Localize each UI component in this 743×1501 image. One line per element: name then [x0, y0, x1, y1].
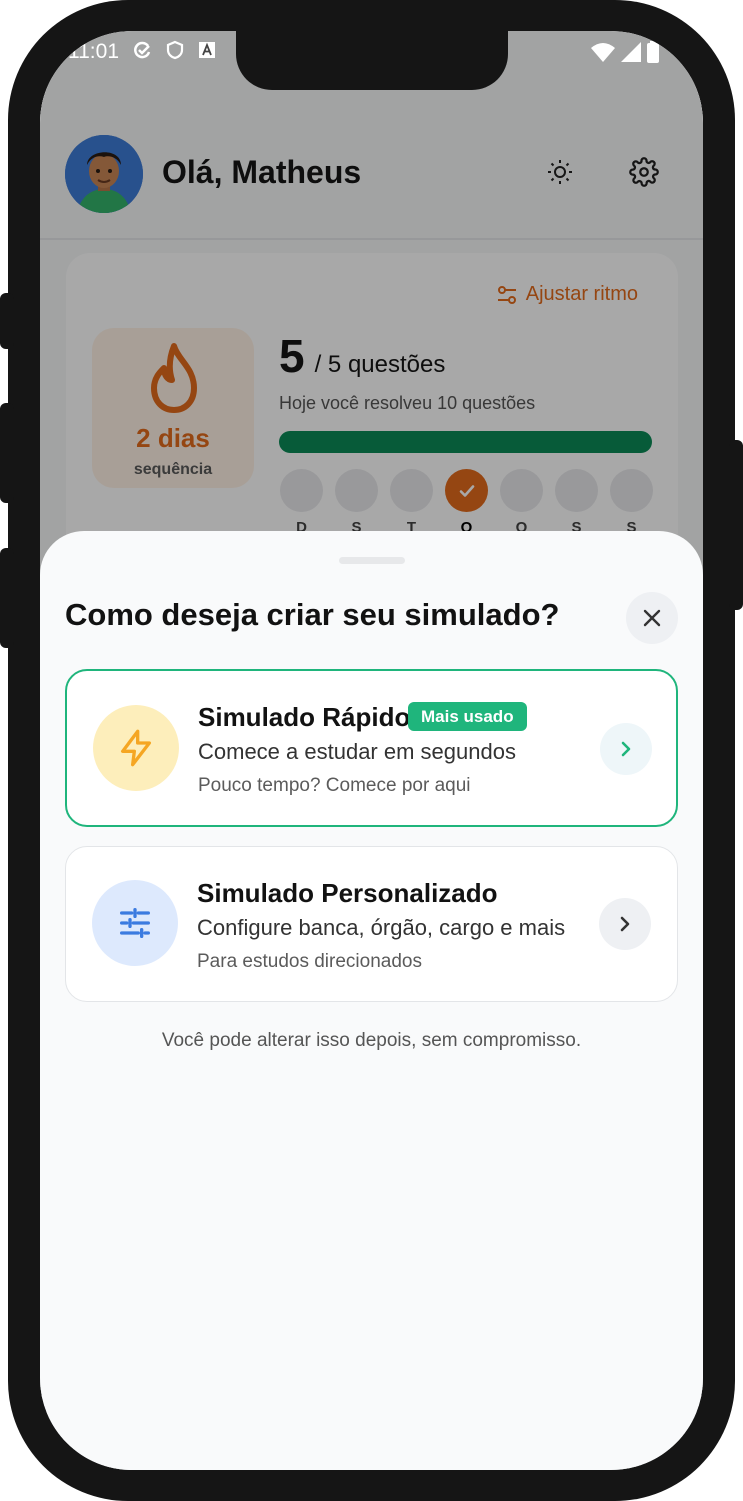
status-right-icons [591, 41, 659, 63]
font-a-icon [199, 42, 215, 58]
quick-simulation-option[interactable]: Simulado Rápido Mais usado Comece a estu… [65, 669, 678, 827]
close-icon [643, 609, 661, 627]
custom-option-icon-circle [92, 880, 178, 966]
battery-icon [647, 41, 659, 63]
custom-option-arrow-button[interactable] [599, 898, 651, 950]
mute-switch [0, 293, 14, 349]
quick-option-icon-circle [93, 705, 179, 791]
custom-option-hint: Para estudos direcionados [197, 951, 422, 972]
sheet-footnote: Você pode alterar isso depois, sem compr… [161, 1030, 582, 1051]
quick-option-hint: Pouco tempo? Comece por aqui [198, 775, 471, 796]
volume-up-button [0, 403, 14, 503]
bottom-sheet: Como deseja criar seu simulado? Simulado… [40, 531, 703, 1470]
chevron-right-icon [620, 916, 630, 932]
status-time: 11:01 [68, 40, 119, 63]
wifi-icon [591, 43, 615, 62]
signal-icon [621, 42, 641, 62]
screen: Olá, Matheus Ajustar ritmo 2 dias sequên… [40, 31, 703, 1470]
custom-option-description: Configure banca, órgão, cargo e mais [197, 915, 566, 940]
quick-option-title: Simulado Rápido [198, 702, 411, 732]
quick-option-description: Comece a estudar em segundos [198, 739, 516, 764]
sliders-icon [120, 908, 150, 938]
sheet-title: Como deseja criar seu simulado? [65, 597, 560, 632]
sheet-drag-handle[interactable] [339, 557, 405, 564]
close-button[interactable] [626, 592, 678, 644]
lightning-icon [121, 729, 151, 767]
most-used-badge: Mais usado [408, 702, 527, 731]
shield-icon [166, 40, 184, 60]
power-button [729, 440, 743, 610]
chevron-right-icon [621, 741, 631, 757]
volume-down-button [0, 548, 14, 648]
custom-option-title: Simulado Personalizado [197, 878, 498, 908]
custom-simulation-option[interactable]: Simulado Personalizado Configure banca, … [65, 846, 678, 1002]
status-left-icons [132, 40, 216, 60]
camera-notch [236, 31, 508, 90]
quick-option-arrow-button[interactable] [600, 723, 652, 775]
sync-check-icon [134, 41, 151, 59]
